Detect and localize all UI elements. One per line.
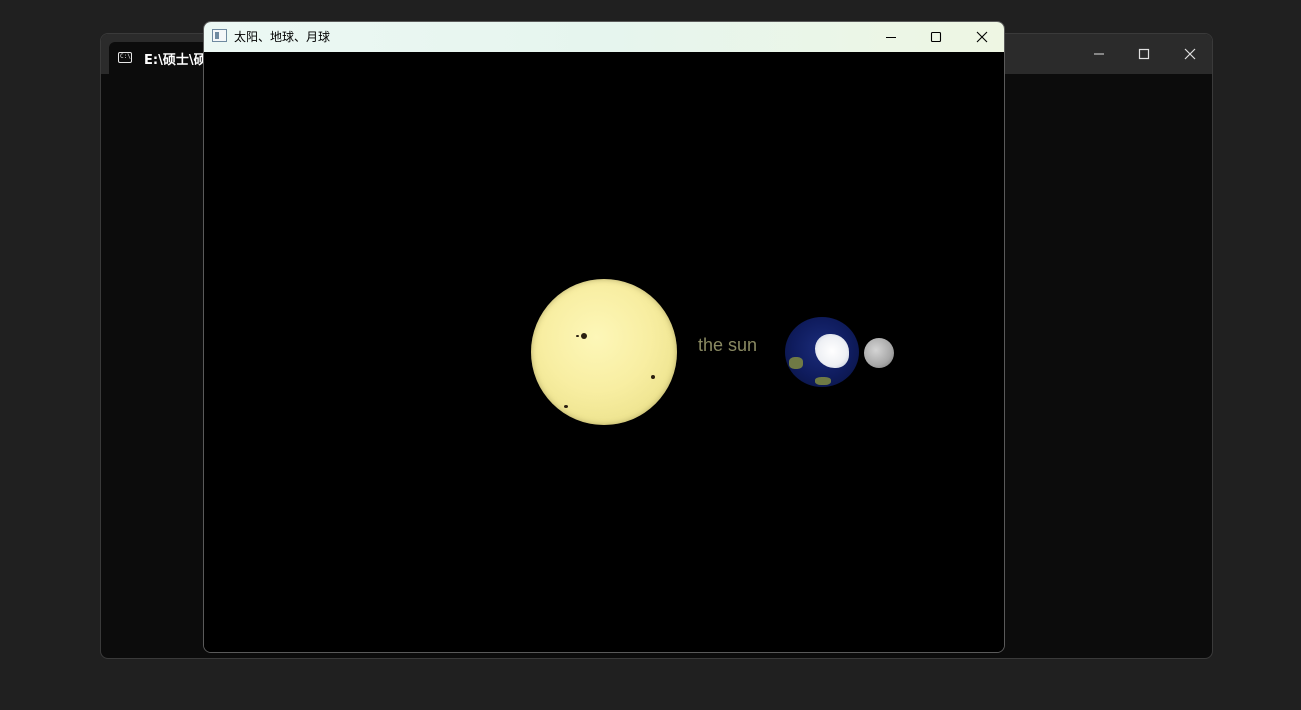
earth-sphere — [785, 317, 859, 387]
maximize-icon — [1138, 48, 1150, 60]
console-tab-title: E:\硕士\硕 — [144, 53, 207, 68]
console-maximize-button[interactable] — [1121, 41, 1167, 67]
landmass — [789, 357, 803, 369]
close-button[interactable] — [959, 22, 1004, 52]
console-close-button[interactable] — [1167, 41, 1212, 67]
close-icon — [1184, 48, 1196, 60]
close-icon — [976, 31, 987, 43]
sun-sphere — [531, 279, 677, 425]
maximize-icon — [930, 31, 941, 43]
minimize-icon — [1094, 53, 1104, 55]
opengl-canvas[interactable]: the sun — [204, 52, 1004, 652]
moon-sphere — [864, 338, 894, 368]
sunspot — [581, 333, 587, 339]
window-icon — [212, 29, 227, 42]
solar-system-window: 太阳、地球、月球 the sun — [203, 21, 1005, 653]
landmass — [815, 377, 831, 385]
sunspot — [576, 335, 579, 337]
sun-label: the sun — [698, 335, 758, 355]
maximize-button[interactable] — [913, 22, 958, 52]
window-title: 太阳、地球、月球 — [234, 30, 331, 44]
window-title-bar[interactable]: 太阳、地球、月球 — [204, 22, 1004, 52]
terminal-icon: C:\ — [118, 52, 132, 63]
minimize-button[interactable] — [868, 22, 913, 52]
polar-ice-cap — [815, 334, 849, 368]
sunspot — [651, 375, 655, 379]
minimize-icon — [885, 37, 896, 38]
sunspot — [564, 405, 568, 408]
console-minimize-button[interactable] — [1076, 41, 1122, 67]
